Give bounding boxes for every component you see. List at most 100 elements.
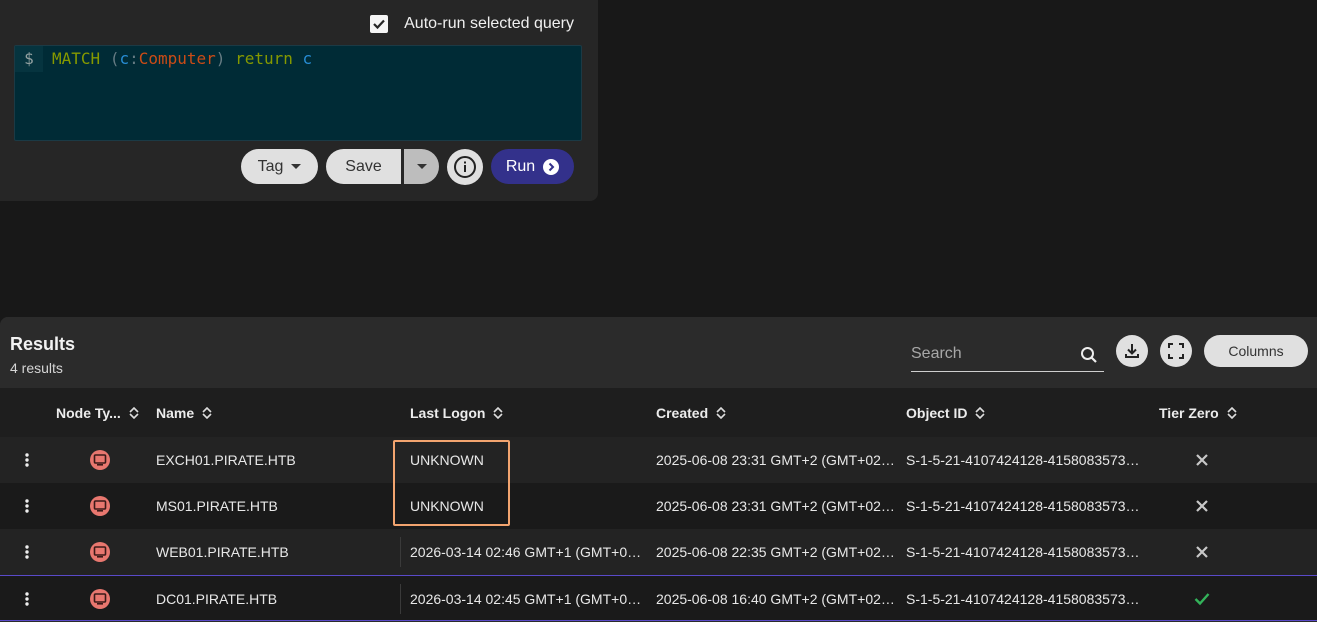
code-token: c bbox=[302, 49, 313, 68]
save-button-label: Save bbox=[345, 157, 382, 175]
header-created[interactable]: Created bbox=[656, 388, 726, 437]
kebab-menu-icon bbox=[25, 592, 29, 606]
object-id-text: S-1-5-21-4107424128-4158083573-130032524… bbox=[906, 498, 1141, 514]
code-token: return bbox=[235, 49, 293, 68]
sort-icon[interactable] bbox=[1227, 406, 1237, 419]
code-token: Computer bbox=[138, 49, 216, 68]
kebab-menu-icon bbox=[25, 499, 29, 513]
header-name[interactable]: Name bbox=[156, 388, 212, 437]
cell-name: EXCH01.PIRATE.HTB bbox=[156, 437, 396, 483]
columns-button[interactable]: Columns bbox=[1204, 335, 1308, 367]
tag-button[interactable]: Tag bbox=[241, 149, 318, 184]
fullscreen-icon bbox=[1168, 343, 1184, 359]
computer-node-icon bbox=[88, 483, 112, 529]
kebab-menu-icon bbox=[25, 545, 29, 559]
check-icon bbox=[373, 19, 385, 30]
chevron-down-icon bbox=[291, 164, 302, 169]
sort-icon[interactable] bbox=[129, 406, 139, 419]
header-label: Created bbox=[656, 404, 709, 421]
sort-icon[interactable] bbox=[716, 406, 726, 419]
cell-name: MS01.PIRATE.HTB bbox=[156, 483, 396, 529]
query-panel: Auto-run selected query $ MATCH (c:Compu… bbox=[0, 0, 598, 201]
table-header: Node Ty... Name Last Logon Created Objec… bbox=[0, 388, 1317, 437]
table-row[interactable]: WEB01.PIRATE.HTB 2026-03-14 02:46 GMT+1 (… bbox=[0, 529, 1317, 575]
download-icon bbox=[1125, 344, 1139, 358]
column-divider bbox=[400, 537, 401, 567]
header-tier-zero[interactable]: Tier Zero bbox=[1159, 388, 1237, 437]
cell-name: DC01.PIRATE.HTB bbox=[156, 576, 396, 622]
code-token: c bbox=[119, 49, 130, 68]
cypher-editor[interactable]: $ MATCH (c:Computer) return c bbox=[14, 45, 582, 141]
row-menu-button[interactable] bbox=[18, 576, 36, 622]
name-text: MS01.PIRATE.HTB bbox=[156, 498, 278, 514]
run-button-label: Run bbox=[505, 157, 536, 175]
code-token: : bbox=[129, 49, 139, 68]
cell-object-id: S-1-5-21-4107424128-4158083573-130032524… bbox=[906, 529, 1141, 575]
arrow-circle-right-icon bbox=[543, 158, 560, 175]
autorun-checkbox[interactable] bbox=[370, 15, 389, 33]
created-text: 2025-06-08 22:35 GMT+2 (GMT+0200) bbox=[656, 544, 899, 560]
code-token: ( bbox=[109, 49, 120, 68]
cell-last-logon: UNKNOWN bbox=[410, 437, 645, 483]
download-button[interactable] bbox=[1116, 335, 1148, 367]
created-text: 2025-06-08 23:31 GMT+2 (GMT+0200) bbox=[656, 452, 899, 468]
save-options-button[interactable] bbox=[404, 149, 439, 184]
info-icon bbox=[454, 156, 476, 178]
results-table: Node Ty... Name Last Logon Created Objec… bbox=[0, 388, 1317, 621]
run-button[interactable]: Run bbox=[491, 149, 574, 184]
row-menu-button[interactable] bbox=[18, 529, 36, 575]
last-logon-text: UNKNOWN bbox=[410, 498, 484, 514]
name-text: WEB01.PIRATE.HTB bbox=[156, 544, 289, 560]
autorun-label: Auto-run selected query bbox=[404, 15, 574, 32]
sort-icon[interactable] bbox=[493, 406, 504, 419]
computer-node-icon bbox=[88, 437, 112, 483]
header-node-type[interactable]: Node Ty... bbox=[56, 388, 139, 437]
header-label: Name bbox=[156, 404, 195, 421]
table-row[interactable]: MS01.PIRATE.HTB UNKNOWN 2025-06-08 23:31 G… bbox=[0, 483, 1317, 529]
header-label: Last Logon bbox=[410, 404, 486, 421]
tier-zero-check-icon bbox=[1192, 576, 1212, 622]
header-last-logon[interactable]: Last Logon bbox=[410, 388, 504, 437]
table-row[interactable]: EXCH01.PIRATE.HTB UNKNOWN 2025-06-08 23:31… bbox=[0, 437, 1317, 483]
last-logon-text: 2026-03-14 02:45 GMT+1 (GMT+0100) bbox=[410, 591, 645, 607]
query-code[interactable]: MATCH (c:Computer) return c bbox=[52, 46, 312, 72]
sort-icon[interactable] bbox=[975, 406, 986, 419]
header-label: Node Ty... bbox=[56, 404, 121, 421]
object-id-text: S-1-5-21-4107424128-4158083573-130032524… bbox=[906, 591, 1141, 607]
search-icon[interactable] bbox=[1080, 346, 1098, 364]
code-token: ) bbox=[215, 49, 226, 68]
column-divider bbox=[400, 584, 401, 614]
kebab-menu-icon bbox=[25, 453, 29, 467]
prompt-symbol: $ bbox=[15, 46, 43, 72]
expand-button[interactable] bbox=[1160, 335, 1192, 367]
table-row[interactable]: DC01.PIRATE.HTB 2026-03-14 02:45 GMT+1 (G… bbox=[0, 575, 1317, 621]
cell-object-id: S-1-5-21-4107424128-4158083573-130032524… bbox=[906, 576, 1141, 622]
row-menu-button[interactable] bbox=[18, 483, 36, 529]
search-field[interactable] bbox=[911, 339, 1104, 372]
row-menu-button[interactable] bbox=[18, 437, 36, 483]
code-token: MATCH bbox=[52, 49, 101, 68]
header-object-id[interactable]: Object ID bbox=[906, 388, 986, 437]
cell-created: 2025-06-08 23:31 GMT+2 (GMT+0200) bbox=[656, 483, 899, 529]
name-text: DC01.PIRATE.HTB bbox=[156, 591, 278, 607]
last-logon-text: 2026-03-14 02:46 GMT+1 (GMT+0100) bbox=[410, 544, 645, 560]
autorun-toggle[interactable]: Auto-run selected query bbox=[370, 15, 574, 33]
tier-zero-x-icon bbox=[1192, 437, 1212, 483]
header-label: Object ID bbox=[906, 404, 968, 421]
search-input[interactable] bbox=[911, 339, 1071, 369]
created-text: 2025-06-08 23:31 GMT+2 (GMT+0200) bbox=[656, 498, 899, 514]
info-button[interactable] bbox=[447, 149, 483, 185]
table-body: EXCH01.PIRATE.HTB UNKNOWN 2025-06-08 23:31… bbox=[0, 437, 1317, 621]
save-button[interactable]: Save bbox=[326, 149, 401, 184]
results-count: 4 results bbox=[10, 360, 63, 376]
computer-node-icon bbox=[88, 576, 112, 622]
results-panel: Results 4 results Columns Node bbox=[0, 317, 1317, 622]
header-label: Tier Zero bbox=[1159, 404, 1219, 421]
cell-created: 2025-06-08 16:40 GMT+2 (GMT+0200) bbox=[656, 576, 899, 622]
cell-created: 2025-06-08 23:31 GMT+2 (GMT+0200) bbox=[656, 437, 899, 483]
chevron-down-icon bbox=[416, 164, 427, 169]
sort-icon[interactable] bbox=[202, 406, 212, 419]
